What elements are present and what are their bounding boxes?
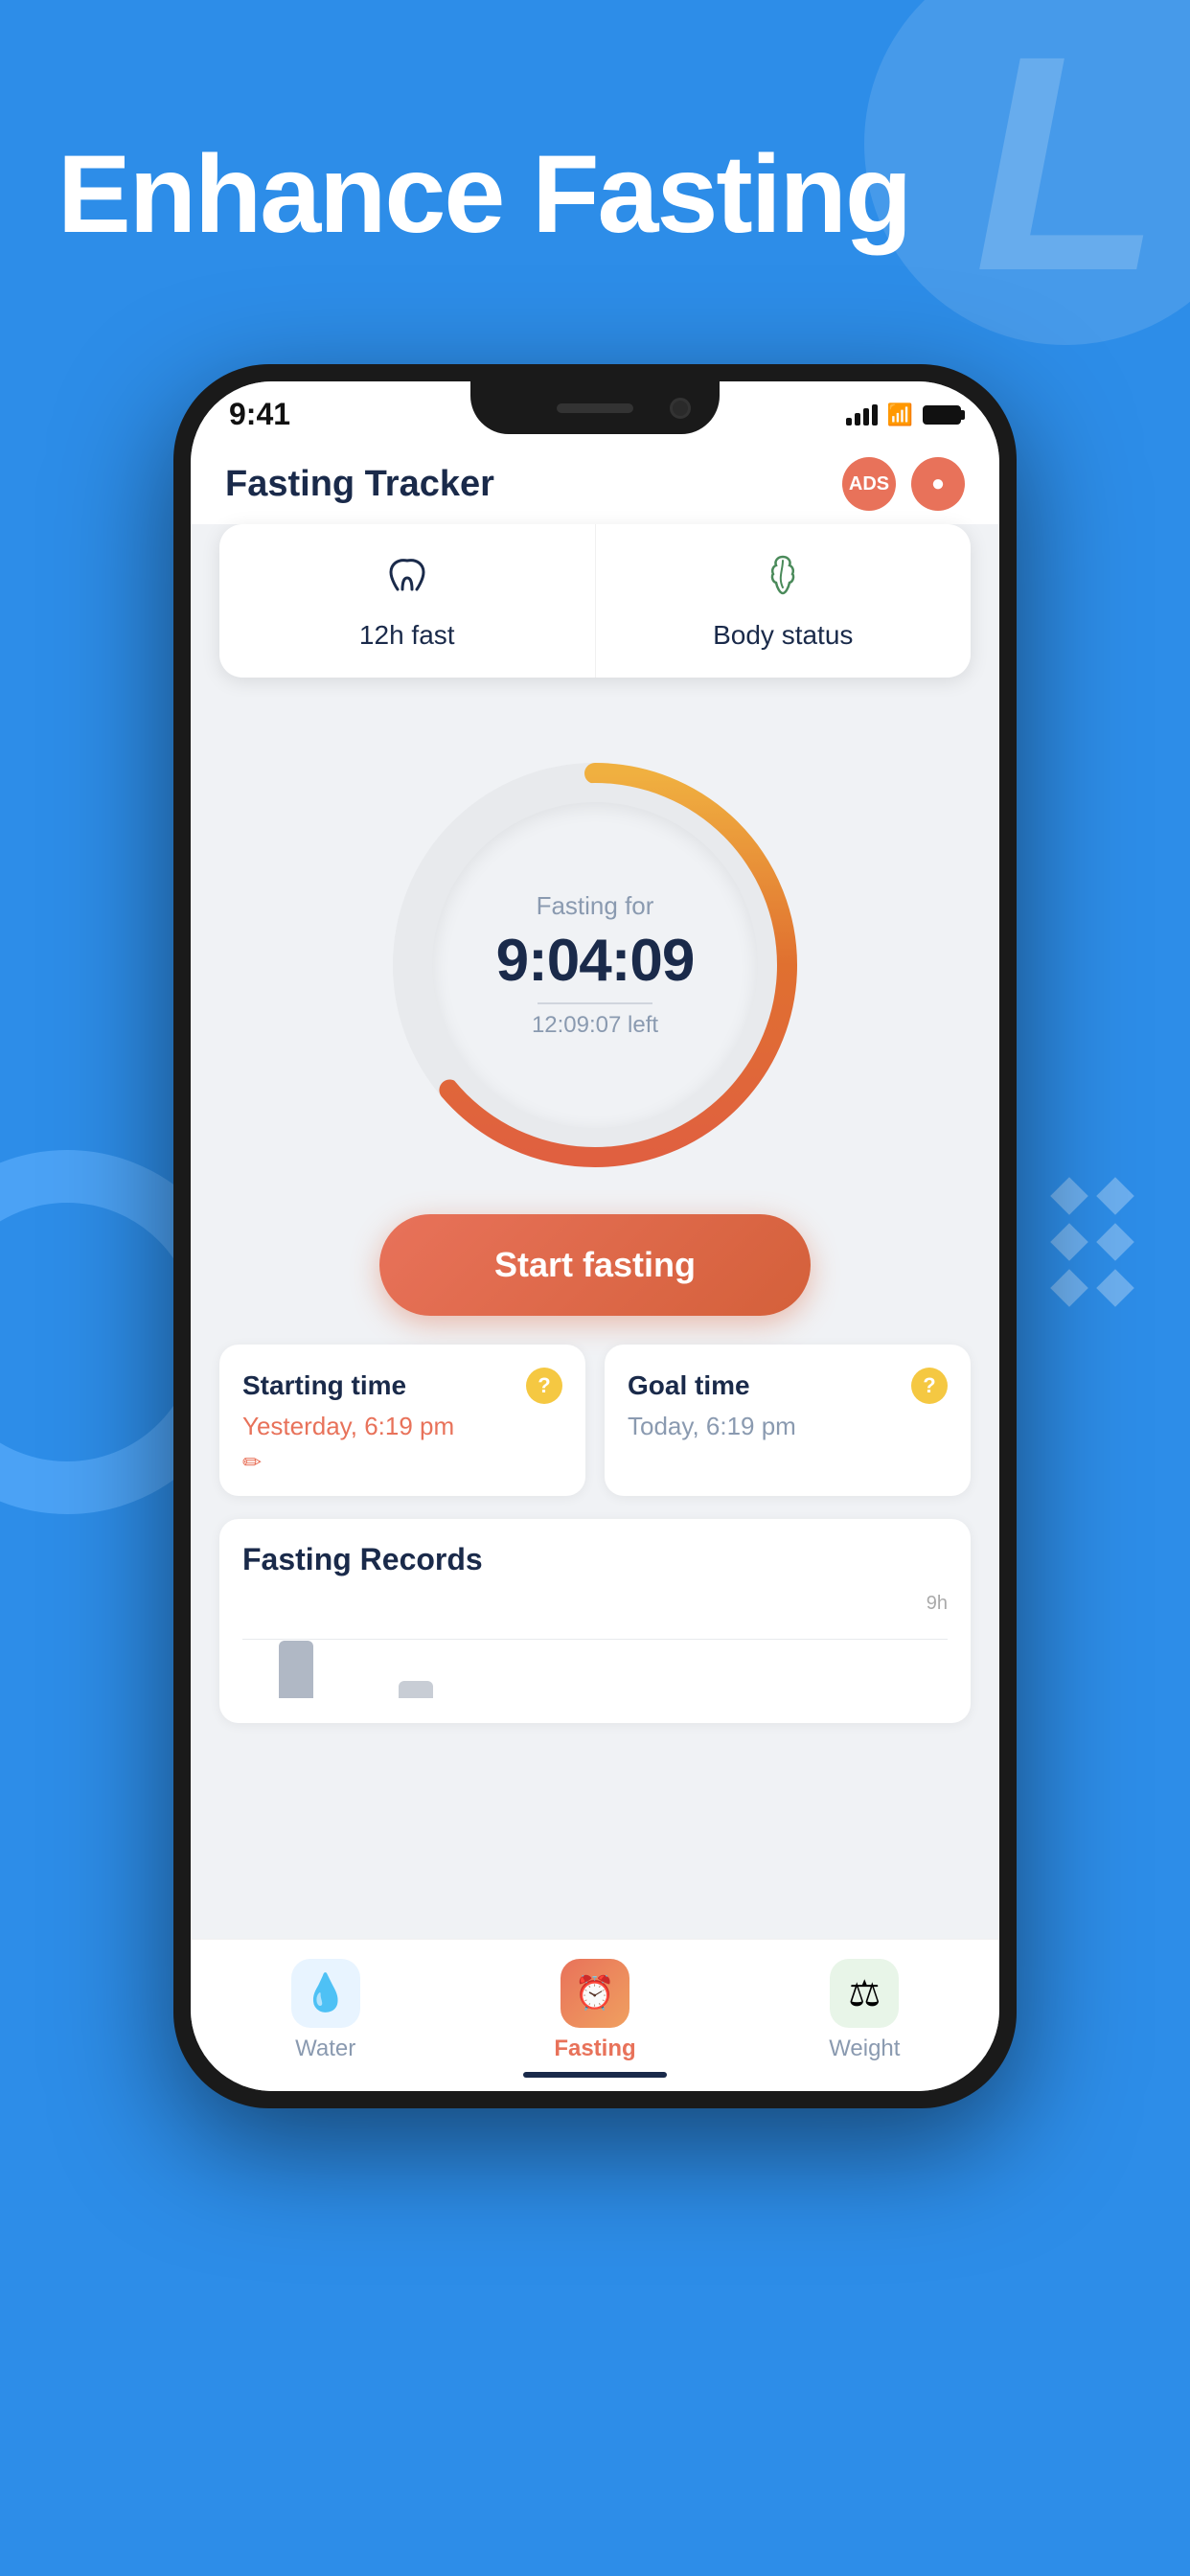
water-emoji: 💧 (303, 1972, 348, 2014)
fast-icon (383, 551, 431, 610)
bar-2 (518, 1696, 553, 1698)
water-icon: 💧 (291, 1959, 360, 2028)
timer-display: Fasting for 9:04:09 12:09:07 left (432, 802, 758, 1128)
ads-button[interactable]: ADS (842, 457, 896, 511)
timer-section: Fasting for 9:04:09 12:09:07 left (219, 716, 971, 1205)
nav-water-label: Water (295, 2036, 355, 2062)
goal-time-help[interactable]: ? (911, 1368, 948, 1404)
app-header: Fasting Tracker ADS ● (191, 440, 999, 524)
fasting-emoji: ⏰ (575, 1974, 615, 2012)
timer-divider (538, 1002, 652, 1004)
question-mark: ? (538, 1373, 550, 1398)
starting-time-header: Starting time ? (242, 1368, 562, 1404)
wifi-icon: 📶 (887, 402, 913, 427)
bar-4 (757, 1696, 791, 1698)
selector-tabs: 12h fast Body status (219, 524, 971, 678)
notch-camera (670, 398, 691, 419)
goal-time-value: Today, 6:19 pm (628, 1412, 948, 1441)
status-time: 9:41 (229, 397, 290, 432)
chart-bar-2 (481, 1696, 589, 1698)
weight-icon: ⚖ (830, 1959, 899, 2028)
starting-time-title: Starting time (242, 1370, 406, 1401)
tab-12h-fast-label: 12h fast (359, 620, 455, 651)
notch-speaker (557, 403, 633, 413)
start-fasting-button[interactable]: Start fasting (379, 1214, 811, 1316)
records-title: Fasting Records (242, 1542, 948, 1577)
records-section: Fasting Records 9h (219, 1519, 971, 1723)
bar-3 (637, 1696, 672, 1698)
body-status-icon (759, 551, 807, 610)
nav-water[interactable]: 💧 Water (191, 1959, 460, 2062)
signal-bars-icon (846, 404, 878, 426)
ads-label: ADS (849, 473, 889, 495)
starting-time-help[interactable]: ? (526, 1368, 562, 1404)
phone-mockup: 9:41 📶 Fasting Tracker A (173, 364, 1017, 2108)
bar-5 (877, 1696, 911, 1698)
app-title: Fasting Tracker (225, 464, 494, 505)
fasting-icon: ⏰ (561, 1959, 629, 2028)
chart-bar-5 (839, 1696, 948, 1698)
phone-screen: 9:41 📶 Fasting Tracker A (191, 381, 999, 2091)
tab-12h-fast[interactable]: 12h fast (219, 524, 596, 678)
goal-time-card: Goal time ? Today, 6:19 pm (605, 1345, 971, 1496)
timer-label: Fasting for (537, 891, 654, 921)
phone-frame: 9:41 📶 Fasting Tracker A (173, 364, 1017, 2108)
edit-icon[interactable]: ✏ (242, 1449, 562, 1477)
starting-time-card: Starting time ? Yesterday, 6:19 pm ✏ (219, 1345, 585, 1496)
header-icons: ADS ● (842, 457, 965, 511)
goal-question-mark: ? (923, 1373, 935, 1398)
page-title: Enhance Fasting (57, 134, 910, 256)
weight-emoji: ⚖ (848, 1972, 881, 2015)
chart-bar-4 (721, 1696, 829, 1698)
goal-time-title: Goal time (628, 1370, 750, 1401)
nav-fasting[interactable]: ⏰ Fasting (460, 1959, 729, 2062)
chart-bar-3 (601, 1696, 709, 1698)
timer-left: 12:09:07 left (532, 1012, 658, 1039)
nav-weight-label: Weight (829, 2036, 900, 2062)
record-icon: ● (931, 471, 946, 497)
phone-notch (470, 381, 720, 434)
start-button-section: Start fasting (219, 1205, 971, 1345)
nav-fasting-label: Fasting (554, 2036, 635, 2062)
chart-max-label: 9h (927, 1593, 948, 1615)
chart-bar-0 (242, 1641, 351, 1698)
battery-icon (923, 405, 961, 425)
starting-time-value: Yesterday, 6:19 pm (242, 1412, 562, 1441)
timer-time: 9:04:09 (496, 927, 695, 995)
time-cards: Starting time ? Yesterday, 6:19 pm ✏ Goa… (219, 1345, 971, 1496)
main-content: Fasting for 9:04:09 12:09:07 left Start … (191, 697, 999, 1742)
home-indicator (523, 2072, 667, 2078)
chart-line (242, 1639, 948, 1640)
chart-bar-1 (362, 1681, 470, 1698)
status-icons: 📶 (846, 402, 961, 427)
bg-diamonds (1052, 1179, 1133, 1305)
bar-0 (279, 1641, 313, 1698)
tab-body-status[interactable]: Body status (596, 524, 972, 678)
bottom-nav: 💧 Water ⏰ Fasting ⚖ Weight (191, 1939, 999, 2091)
record-button[interactable]: ● (911, 457, 965, 511)
tab-body-status-label: Body status (713, 620, 853, 651)
bar-1 (399, 1681, 433, 1698)
nav-weight[interactable]: ⚖ Weight (730, 1959, 999, 2062)
bg-clock-letter: L (974, 10, 1161, 316)
goal-time-header: Goal time ? (628, 1368, 948, 1404)
timer-circle: Fasting for 9:04:09 12:09:07 left (375, 745, 815, 1185)
records-chart: 9h (242, 1593, 948, 1708)
